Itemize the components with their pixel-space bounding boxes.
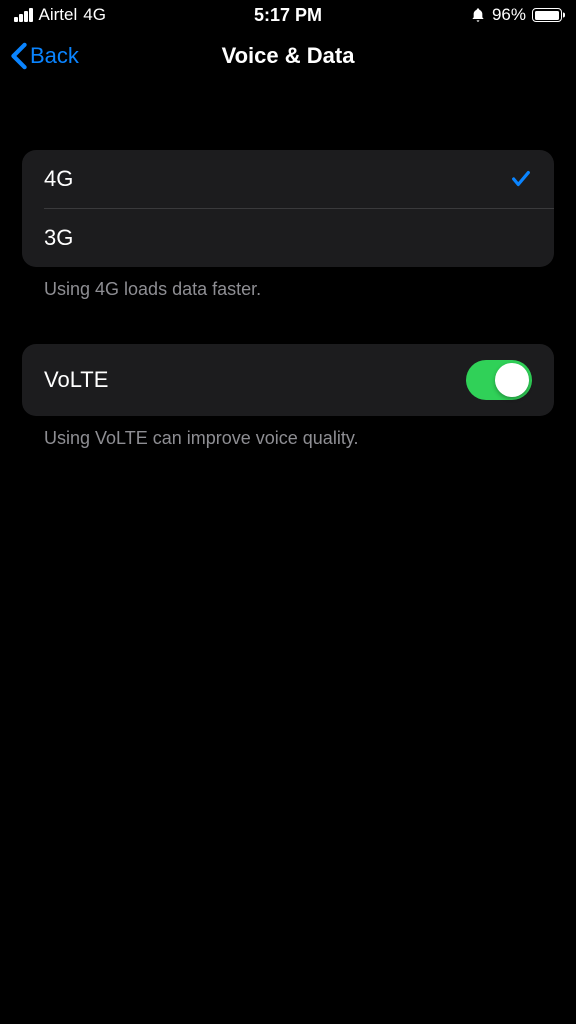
option-label: 3G xyxy=(44,225,73,251)
volte-footer: Using VoLTE can improve voice quality. xyxy=(22,416,554,449)
option-label: 4G xyxy=(44,166,73,192)
alarm-icon xyxy=(470,7,486,23)
volte-row[interactable]: VoLTE xyxy=(22,344,554,416)
time-label: 5:17 PM xyxy=(254,5,322,26)
toggle-knob xyxy=(495,363,529,397)
back-button[interactable]: Back xyxy=(10,42,79,70)
network-label: 4G xyxy=(83,5,106,25)
content: 4G 3G Using 4G loads data faster. VoLTE … xyxy=(0,82,576,471)
network-footer: Using 4G loads data faster. xyxy=(22,267,554,300)
option-4g[interactable]: 4G xyxy=(22,150,554,208)
status-left: Airtel 4G xyxy=(14,5,106,25)
page-title: Voice & Data xyxy=(222,43,355,69)
back-label: Back xyxy=(30,43,79,69)
status-right: 96% xyxy=(470,5,562,25)
carrier-label: Airtel xyxy=(39,5,78,25)
status-bar: Airtel 4G 5:17 PM 96% xyxy=(0,0,576,30)
battery-label: 96% xyxy=(492,5,526,25)
network-options-group: 4G 3G xyxy=(22,150,554,267)
nav-bar: Back Voice & Data xyxy=(0,30,576,82)
checkmark-icon xyxy=(510,168,532,190)
volte-toggle[interactable] xyxy=(466,360,532,400)
battery-icon xyxy=(532,8,562,22)
signal-icon xyxy=(14,8,33,22)
option-3g[interactable]: 3G xyxy=(22,209,554,267)
chevron-left-icon xyxy=(10,42,28,70)
volte-label: VoLTE xyxy=(44,367,108,393)
volte-group: VoLTE xyxy=(22,344,554,416)
